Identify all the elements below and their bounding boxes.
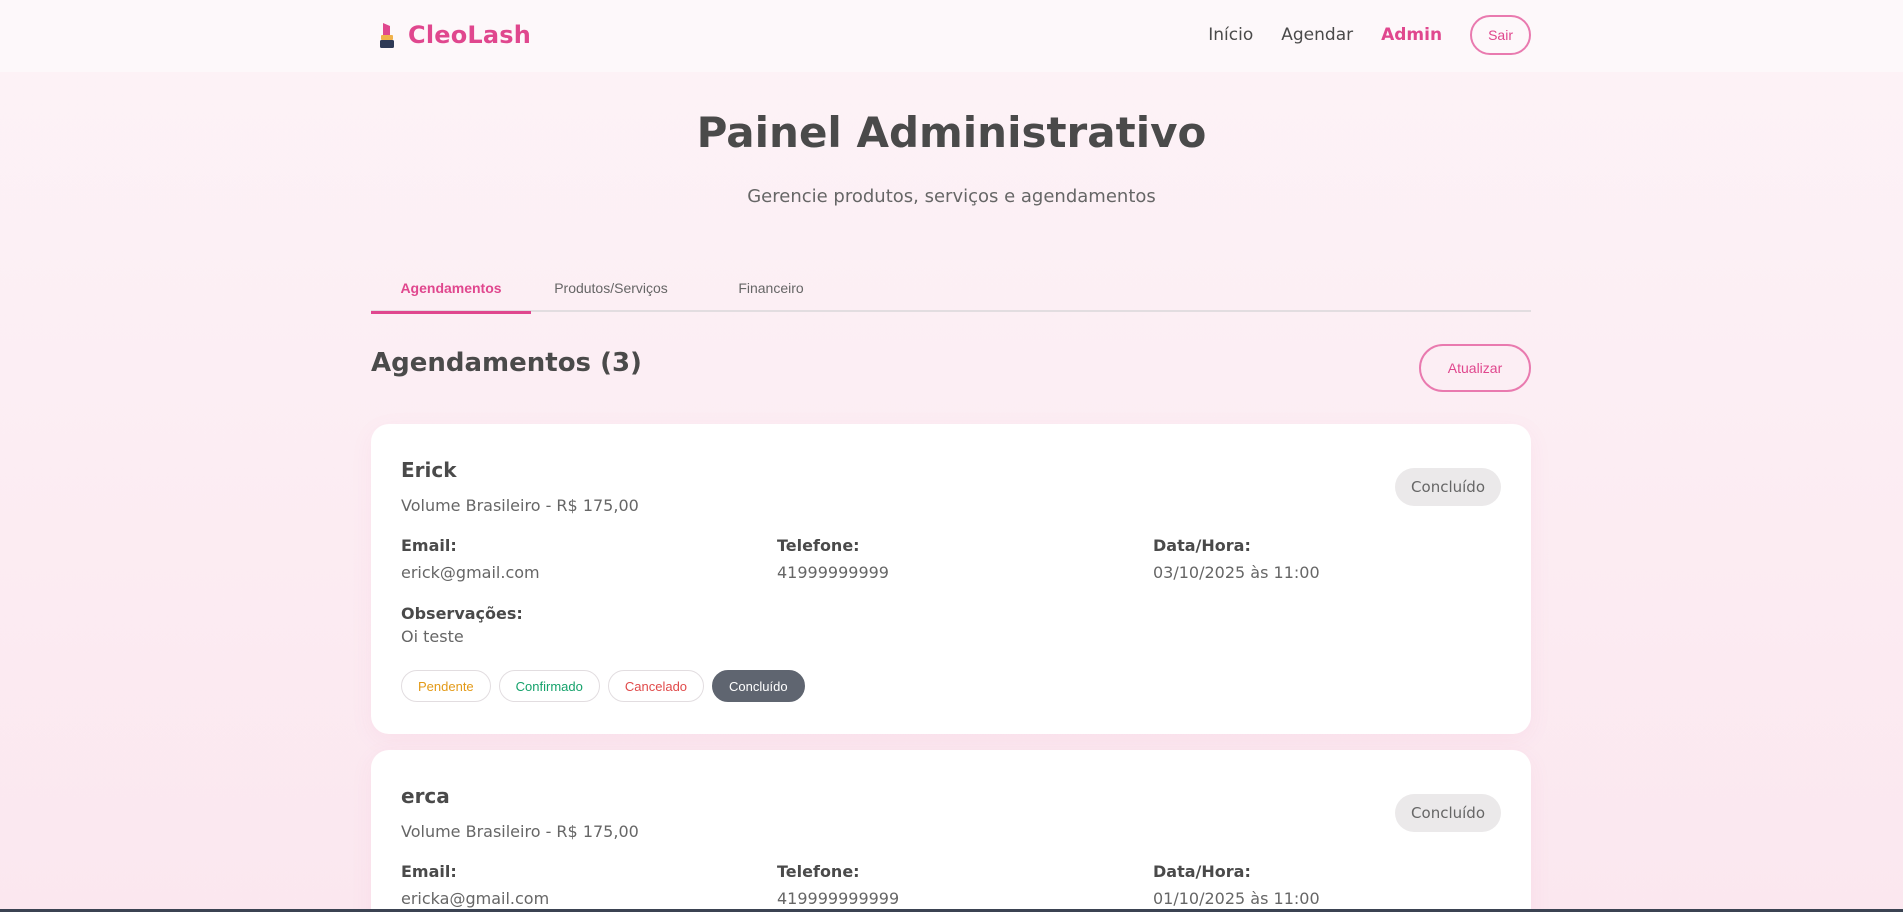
set-cancelled-button[interactable]: Cancelado: [607, 670, 705, 702]
email-value: erick@gmail.com: [401, 563, 540, 582]
appointment-card: Erick Volume Brasileiro - R$ 175,00 Conc…: [371, 424, 1531, 734]
status-badge: Concluído: [1395, 468, 1501, 506]
phone-value: 419999999999: [777, 889, 900, 908]
phone-value: 41999999999: [777, 563, 889, 582]
brand-name: CleoLash: [408, 21, 532, 49]
datetime-value: 03/10/2025 às 11:00: [1153, 563, 1320, 582]
lipstick-icon: [380, 23, 394, 48]
datetime-field: Data/Hora: 01/10/2025 às 11:00: [1153, 862, 1320, 908]
phone-field: Telefone: 419999999999: [777, 862, 899, 908]
email-field: Email: erick@gmail.com: [401, 536, 540, 582]
datetime-label: Data/Hora:: [1153, 862, 1251, 881]
section-title: Agendamentos (3): [371, 348, 642, 378]
email-label: Email:: [401, 536, 457, 555]
client-name: erca: [401, 784, 450, 808]
client-name: Erick: [401, 458, 457, 482]
tab-agendamentos[interactable]: Agendamentos: [371, 264, 531, 314]
tab-financeiro[interactable]: Financeiro: [691, 264, 851, 312]
main-nav: Início Agendar Admin Sair: [1208, 15, 1531, 55]
top-navbar: CleoLash Início Agendar Admin Sair: [0, 0, 1903, 72]
set-done-button[interactable]: Concluído: [712, 670, 805, 702]
appointment-card: erca Volume Brasileiro - R$ 175,00 Concl…: [371, 750, 1531, 912]
phone-label: Telefone:: [777, 862, 860, 881]
tab-produtos-servicos[interactable]: Produtos/Serviços: [531, 264, 691, 312]
email-label: Email:: [401, 862, 457, 881]
nav-link-agendar[interactable]: Agendar: [1281, 25, 1353, 45]
set-pending-button[interactable]: Pendente: [401, 670, 491, 702]
page-title: Painel Administrativo: [696, 108, 1207, 157]
notes-field: Observações: Oi teste: [401, 604, 523, 646]
phone-field: Telefone: 41999999999: [777, 536, 889, 582]
nav-link-inicio[interactable]: Início: [1208, 25, 1253, 45]
notes-value: Oi teste: [401, 627, 464, 646]
datetime-field: Data/Hora: 03/10/2025 às 11:00: [1153, 536, 1320, 582]
status-badge: Concluído: [1395, 794, 1501, 832]
page-subtitle: Gerencie produtos, serviços e agendament…: [747, 186, 1156, 207]
admin-tabs: Agendamentos Produtos/Serviços Financeir…: [371, 264, 1531, 314]
email-field: Email: ericka@gmail.com: [401, 862, 549, 908]
brand-logo[interactable]: CleoLash: [376, 18, 531, 52]
service-price: Volume Brasileiro - R$ 175,00: [401, 496, 639, 515]
phone-label: Telefone:: [777, 536, 860, 555]
datetime-value: 01/10/2025 às 11:00: [1153, 889, 1320, 908]
notes-label: Observações:: [401, 604, 523, 623]
datetime-label: Data/Hora:: [1153, 536, 1251, 555]
refresh-button[interactable]: Atualizar: [1419, 344, 1531, 392]
logout-button[interactable]: Sair: [1470, 15, 1531, 55]
nav-link-admin[interactable]: Admin: [1381, 25, 1442, 45]
set-confirmed-button[interactable]: Confirmado: [498, 670, 600, 702]
status-actions: Pendente Confirmado Cancelado Concluído: [401, 670, 805, 702]
email-value: ericka@gmail.com: [401, 889, 550, 908]
service-price: Volume Brasileiro - R$ 175,00: [401, 822, 639, 841]
